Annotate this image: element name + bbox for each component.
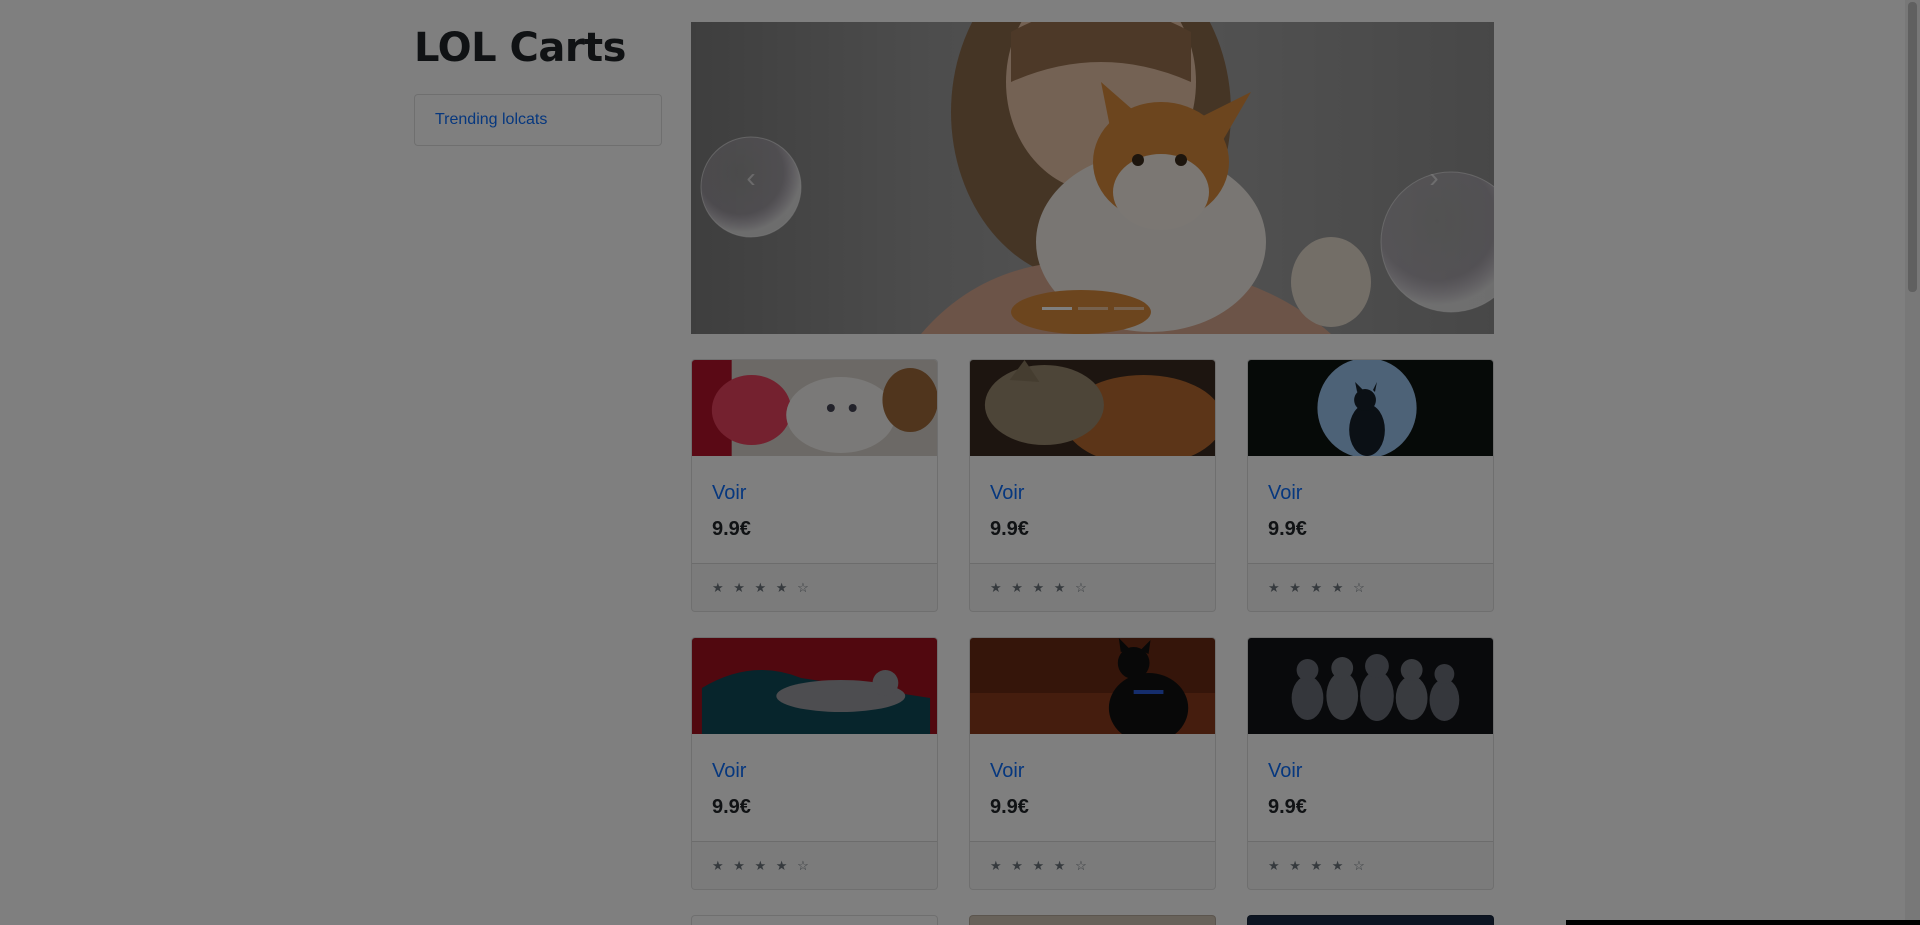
modal-backdrop-overlay[interactable] <box>0 0 1920 925</box>
bottom-edge-bar <box>1566 920 1920 925</box>
